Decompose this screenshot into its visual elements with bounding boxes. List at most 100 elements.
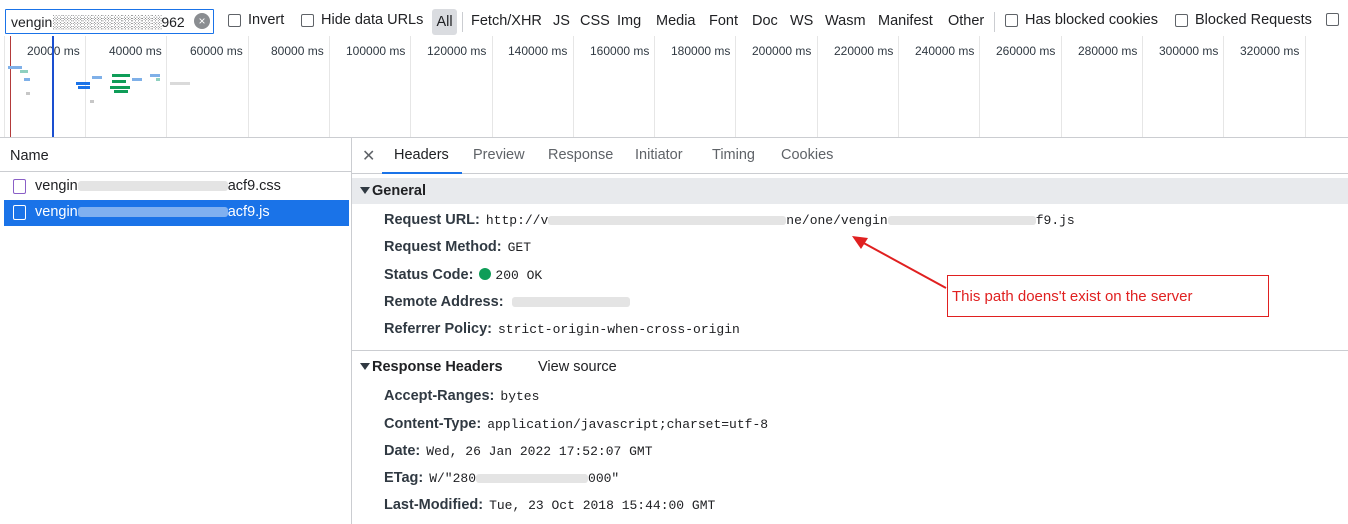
request-url-key: Request URL: bbox=[384, 212, 480, 228]
active-tab-indicator bbox=[382, 172, 462, 174]
timeline-request-bar bbox=[78, 86, 90, 89]
last-modified-value[interactable]: Tue, 23 Oct 2018 15:44:00 GMT bbox=[489, 498, 715, 513]
tab-headers[interactable]: Headers bbox=[394, 147, 449, 163]
accept-ranges-key: Accept-Ranges: bbox=[384, 388, 495, 404]
type-filter-doc[interactable]: Doc bbox=[752, 13, 778, 29]
timeline-request-bar bbox=[150, 74, 160, 77]
timeline-request-bar bbox=[76, 82, 90, 85]
referrer-policy-key: Referrer Policy: bbox=[384, 321, 492, 337]
request-row-css[interactable]: vengin acf9.css bbox=[4, 174, 349, 200]
timeline-request-bar bbox=[24, 78, 30, 81]
blocked-requests-label: Blocked Requests bbox=[1195, 12, 1312, 28]
script-file-icon bbox=[13, 205, 26, 220]
timeline-request-bar bbox=[156, 78, 160, 81]
timeline-request-bar bbox=[90, 100, 94, 103]
blocked-requests-checkbox-box[interactable] bbox=[1175, 13, 1188, 27]
tab-cookies[interactable]: Cookies bbox=[781, 147, 833, 163]
type-filter-ws[interactable]: WS bbox=[790, 13, 813, 29]
hide-data-urls-checkbox[interactable]: Hide data URLs bbox=[301, 12, 423, 28]
details-tabbar: ✕ Headers Preview Response Initiator Tim… bbox=[352, 138, 1348, 174]
timeline-tick-label: 140000 ms bbox=[508, 44, 568, 58]
type-filter-separator bbox=[462, 12, 463, 32]
etag-key: ETag: bbox=[384, 470, 424, 486]
tab-preview[interactable]: Preview bbox=[473, 147, 525, 163]
timeline-request-bar bbox=[8, 66, 22, 69]
type-filter-all[interactable]: All bbox=[432, 9, 457, 35]
timeline-tick-label: 120000 ms bbox=[427, 44, 487, 58]
tab-initiator[interactable]: Initiator bbox=[635, 147, 683, 163]
request-row-js[interactable]: vengin acf9.js bbox=[4, 200, 349, 226]
invert-checkbox-box[interactable] bbox=[228, 13, 241, 27]
timeline-gridline bbox=[492, 36, 493, 137]
request-url-row: Request URL: http://v ne/one/vengin f9.js bbox=[384, 212, 1075, 228]
request-list-header[interactable]: Name bbox=[0, 138, 351, 172]
type-filter-css[interactable]: CSS bbox=[580, 13, 610, 29]
timeline-tick-label: 40000 ms bbox=[109, 44, 162, 58]
etag-value[interactable]: W/"280 000" bbox=[429, 471, 619, 486]
last-modified-row: Last-Modified: Tue, 23 Oct 2018 15:44:00 … bbox=[384, 497, 715, 513]
request-url-value[interactable]: http://v ne/one/vengin f9.js bbox=[486, 213, 1075, 228]
response-headers-section-header[interactable]: Response Headers View source bbox=[352, 354, 1348, 380]
request-method-key: Request Method: bbox=[384, 239, 502, 255]
date-row: Date: Wed, 26 Jan 2022 17:52:07 GMT bbox=[384, 443, 653, 459]
type-filter-fetch-xhr[interactable]: Fetch/XHR bbox=[471, 13, 542, 29]
has-blocked-cookies-checkbox[interactable]: Has blocked cookies bbox=[1005, 12, 1158, 28]
status-code-value[interactable]: 200 OK bbox=[495, 268, 542, 283]
status-code-key: Status Code: bbox=[384, 267, 474, 283]
timeline-gridline bbox=[410, 36, 411, 137]
section-divider bbox=[352, 350, 1348, 351]
last-modified-key: Last-Modified: bbox=[384, 497, 484, 513]
type-filter-media[interactable]: Media bbox=[656, 13, 696, 29]
network-overview-timeline[interactable]: 20000 ms 40000 ms 60000 ms 80000 ms 100000 m… bbox=[0, 36, 1348, 138]
content-type-value[interactable]: application/javascript;charset=utf-8 bbox=[487, 417, 768, 432]
timeline-tick-label: 80000 ms bbox=[271, 44, 324, 58]
third-party-checkbox-box[interactable] bbox=[1326, 13, 1339, 26]
expand-triangle-icon bbox=[360, 363, 370, 370]
clear-filter-icon[interactable]: × bbox=[194, 13, 210, 29]
has-blocked-cookies-label: Has blocked cookies bbox=[1025, 12, 1158, 28]
timeline-gridline bbox=[1223, 36, 1224, 137]
referrer-policy-value[interactable]: strict-origin-when-cross-origin bbox=[498, 322, 740, 337]
date-key: Date: bbox=[384, 443, 421, 459]
invert-checkbox[interactable]: Invert bbox=[228, 12, 284, 28]
timeline-gridline bbox=[1305, 36, 1306, 137]
timeline-tick-label: 280000 ms bbox=[1078, 44, 1138, 58]
type-filter-manifest[interactable]: Manifest bbox=[878, 13, 933, 29]
tab-timing[interactable]: Timing bbox=[712, 147, 755, 163]
accept-ranges-value[interactable]: bytes bbox=[500, 389, 539, 404]
name-column-header[interactable]: Name bbox=[10, 148, 49, 164]
load-event-marker bbox=[10, 36, 11, 137]
tab-response[interactable]: Response bbox=[548, 147, 613, 163]
blocked-requests-checkbox[interactable]: Blocked Requests bbox=[1175, 12, 1312, 28]
timeline-request-bar bbox=[114, 90, 128, 93]
type-filter-img[interactable]: Img bbox=[617, 13, 641, 29]
type-filter-font[interactable]: Font bbox=[709, 13, 738, 29]
hide-data-urls-label: Hide data URLs bbox=[321, 12, 424, 28]
request-method-value[interactable]: GET bbox=[508, 240, 531, 255]
request-name-css: vengin acf9.css bbox=[35, 178, 281, 194]
timeline-request-bar bbox=[112, 80, 126, 83]
etag-row: ETag: W/"280 000" bbox=[384, 470, 619, 486]
date-value[interactable]: Wed, 26 Jan 2022 17:52:07 GMT bbox=[426, 444, 652, 459]
type-filter-wasm[interactable]: Wasm bbox=[825, 13, 866, 29]
timeline-tick-label: 160000 ms bbox=[590, 44, 650, 58]
timeline-gridline bbox=[1061, 36, 1062, 137]
timeline-gridline bbox=[573, 36, 574, 137]
general-section-header[interactable]: General bbox=[352, 178, 1348, 204]
timeline-tick-label: 260000 ms bbox=[996, 44, 1056, 58]
view-source-link[interactable]: View source bbox=[538, 359, 617, 375]
timeline-gridline bbox=[329, 36, 330, 137]
filter-input-container[interactable]: × bbox=[5, 9, 214, 34]
has-blocked-cookies-checkbox-box[interactable] bbox=[1005, 13, 1018, 27]
type-filter-other[interactable]: Other bbox=[948, 13, 984, 29]
type-filter-js[interactable]: JS bbox=[553, 13, 570, 29]
request-name-js: vengin acf9.js bbox=[35, 204, 270, 220]
content-type-row: Content-Type: application/javascript;char… bbox=[384, 416, 768, 432]
accept-ranges-row: Accept-Ranges: bytes bbox=[384, 388, 539, 404]
timeline-tick-label: 180000 ms bbox=[671, 44, 731, 58]
timeline-gridline bbox=[248, 36, 249, 137]
close-details-icon[interactable]: ✕ bbox=[362, 146, 375, 166]
timeline-gridline bbox=[4, 36, 5, 137]
hide-data-urls-checkbox-box[interactable] bbox=[301, 13, 314, 27]
filter-input[interactable] bbox=[11, 12, 191, 31]
